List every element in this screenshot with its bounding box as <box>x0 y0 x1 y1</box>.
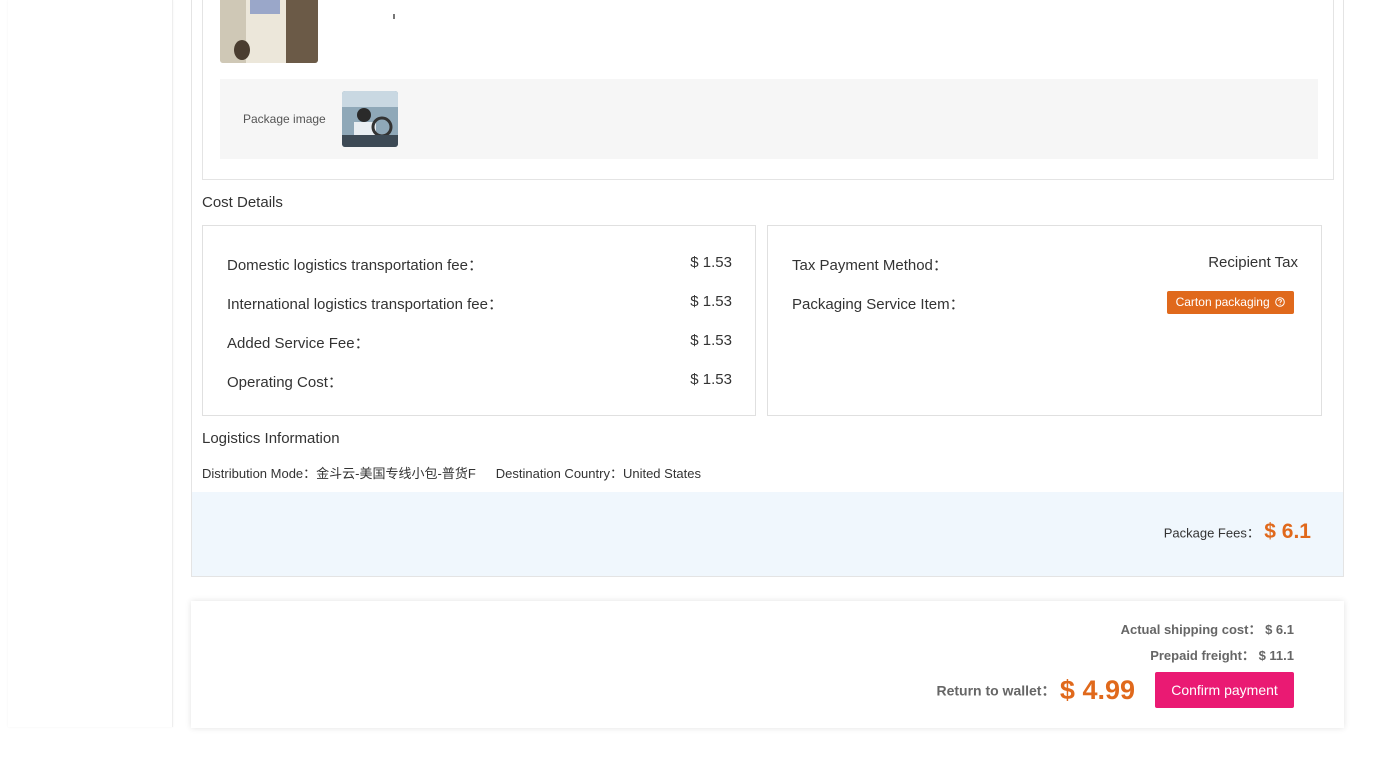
prepaid-freight-value: $ 11.1 <box>1258 648 1294 663</box>
tax-packaging-box: Tax Payment Method： Recipient Tax Packag… <box>767 225 1322 416</box>
logistics-info-title: Logistics Information <box>202 430 340 447</box>
logistics-details: Distribution Mode：金斗云-美国专线小包-普货F Destinat… <box>202 463 701 482</box>
actual-shipping-cost-label: Actual shipping cost： <box>1120 622 1262 637</box>
confirm-payment-button[interactable]: Confirm payment <box>1155 672 1294 708</box>
distribution-mode-label: Distribution Mode： <box>202 466 317 481</box>
fee-label: Added Service Fee： <box>227 335 370 352</box>
tax-method-row: Tax Payment Method： Recipient Tax <box>792 254 1298 274</box>
fee-label: Operating Cost： <box>227 374 343 391</box>
fee-row: Operating Cost： $ 1.53 <box>227 371 732 391</box>
packaging-service-row: Packaging Service Item： Carton packaging <box>792 291 1298 314</box>
return-to-wallet-value: $ 4.99 <box>1059 675 1135 705</box>
payment-summary-card: Actual shipping cost： $ 6.1 Prepaid frei… <box>191 601 1344 728</box>
tax-method-label: Tax Payment Method： <box>792 257 948 274</box>
fee-breakdown-box: Domestic logistics transportation fee： $… <box>202 225 756 416</box>
product-photo-icon[interactable] <box>220 0 318 63</box>
fee-value: $ 1.53 <box>690 293 732 310</box>
package-image-label: Package image <box>243 112 326 126</box>
product-info-box: Package image <box>202 0 1334 180</box>
distribution-mode-value: 金斗云-美国专线小包-普货F <box>316 466 476 481</box>
package-fees-band: Package Fees： $ 6.1 <box>192 492 1343 576</box>
package-fees: Package Fees： $ 6.1 <box>1164 520 1311 544</box>
package-fees-label: Package Fees： <box>1163 525 1260 541</box>
prepaid-freight: Prepaid freight： $ 11.1 <box>1150 645 1294 664</box>
badge-label: Carton packaging <box>1175 295 1270 309</box>
tax-method-value: Recipient Tax <box>1208 254 1298 271</box>
sidebar <box>8 0 173 727</box>
return-to-wallet-label: Return to wallet： <box>936 682 1056 699</box>
fee-row: Domestic logistics transportation fee： $… <box>227 254 732 274</box>
fee-row: International logistics transportation f… <box>227 293 732 313</box>
packaging-service-label: Packaging Service Item： <box>792 296 965 313</box>
actual-shipping-cost-value: $ 6.1 <box>1265 622 1294 637</box>
fee-value: $ 1.53 <box>690 332 732 349</box>
package-photo-icon[interactable] <box>342 91 398 147</box>
destination-country-label: Destination Country： <box>495 466 623 481</box>
cost-details-title: Cost Details <box>202 194 283 211</box>
order-detail-card: Package image Cost Details Domestic logi… <box>191 0 1344 577</box>
fee-label: Domestic logistics transportation fee： <box>227 257 483 274</box>
prepaid-freight-label: Prepaid freight： <box>1150 648 1255 663</box>
actual-shipping-cost: Actual shipping cost： $ 6.1 <box>1121 619 1294 638</box>
destination-country-value: United States <box>622 466 701 481</box>
return-to-wallet: Return to wallet： $ 4.99 <box>936 675 1135 706</box>
carton-packaging-badge[interactable]: Carton packaging <box>1166 291 1294 314</box>
text-fragment-mark <box>393 14 395 19</box>
question-circle-icon[interactable] <box>1275 296 1285 310</box>
fee-label: International logistics transportation f… <box>227 296 503 313</box>
fee-value: $ 1.53 <box>690 254 732 271</box>
package-fees-value: $ 6.1 <box>1264 520 1311 543</box>
fee-row: Added Service Fee： $ 1.53 <box>227 332 732 352</box>
package-image-strip: Package image <box>220 79 1318 159</box>
fee-value: $ 1.53 <box>690 371 732 388</box>
